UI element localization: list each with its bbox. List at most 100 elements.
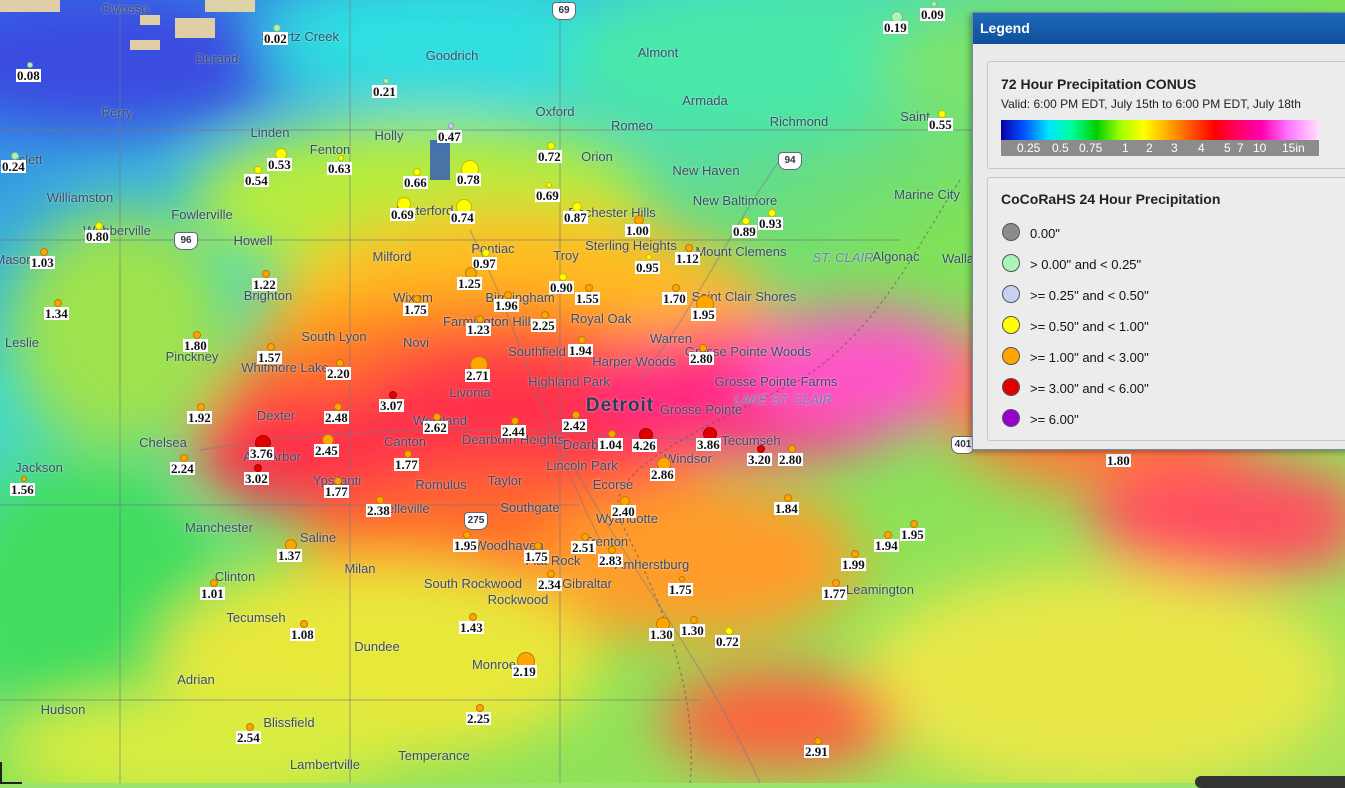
observation-value: 1.70 (662, 291, 687, 306)
place-label: Jackson (15, 460, 63, 475)
place-label: Chelsea (139, 435, 187, 450)
observation-value: 2.25 (466, 711, 491, 726)
colorbar-tick: 15in (1282, 141, 1305, 155)
place-label: New Haven (672, 163, 740, 178)
place-label: Romulus (415, 477, 467, 492)
observation-value: 0.55 (928, 117, 953, 132)
place-label: Detroit (585, 395, 655, 416)
place-label: Manchester (185, 520, 253, 535)
observation-value: 1.03 (30, 255, 55, 270)
place-label: Goodrich (425, 48, 479, 63)
place-label: Highland Park (528, 374, 610, 389)
legend-panel[interactable]: Legend 72 Hour Precipitation CONUS Valid… (972, 12, 1345, 450)
place-label: Hudson (40, 702, 86, 717)
valid-period: Valid: 6:00 PM EDT, July 15th to 6:00 PM… (1001, 97, 1301, 111)
place-label: Orion (581, 149, 613, 164)
observation-value: 1.99 (841, 557, 866, 572)
place-label: Blissfield (263, 715, 315, 730)
place-label: Saint (900, 109, 930, 124)
observation-value: 1.96 (494, 298, 519, 313)
observation-value: 0.63 (327, 161, 352, 176)
category-color-swatch (1002, 378, 1020, 396)
observation-value: 2.20 (326, 366, 351, 381)
observation-value: 0.54 (244, 173, 269, 188)
place-label: Lincoln Park (546, 458, 618, 473)
observation-value: 2.44 (501, 424, 526, 439)
highway-shield: 94 (778, 152, 802, 170)
observation-value: 0.97 (472, 256, 497, 271)
observation-value: 1.00 (625, 223, 650, 238)
place-label: Howell (233, 233, 273, 248)
observation-value: 0.89 (732, 224, 757, 239)
colorbar-tick: 7 (1237, 141, 1244, 155)
place-label: Saline (299, 530, 337, 545)
place-label: Gibraltar (562, 576, 612, 591)
observation-value: 1.34 (44, 306, 69, 321)
place-label: Canton (384, 434, 426, 449)
observation-value: 3.02 (244, 471, 269, 486)
observation-value: 1.30 (680, 623, 705, 638)
observation-value: 2.25 (531, 318, 556, 333)
precip-section: 72 Hour Precipitation CONUS Valid: 6:00 … (987, 61, 1345, 169)
observation-value: 1.95 (900, 527, 925, 542)
observation-value: 2.45 (314, 443, 339, 458)
place-label: New Baltimore (692, 193, 778, 208)
place-label: Romeo (611, 118, 653, 133)
observation-value: 2.91 (804, 744, 829, 759)
observation-value: 1.23 (466, 322, 491, 337)
observation-value: 1.22 (252, 277, 277, 292)
observation-value: 2.48 (324, 410, 349, 425)
place-label: Novi (402, 335, 430, 350)
category-label: > 0.00" and < 0.25" (1030, 257, 1142, 272)
observation-value: 2.80 (778, 452, 803, 467)
observation-value: 0.72 (715, 634, 740, 649)
place-label: South Rockwood (423, 576, 523, 591)
place-label: Milford (372, 249, 412, 264)
observation-value: 0.80 (85, 229, 110, 244)
place-label: Richmond (769, 114, 829, 129)
colorbar-tick-row: 0.25 0.5 0.75 1 2 3 4 5 7 10 15in (1001, 140, 1319, 156)
category-label: >= 3.00" and < 6.00" (1030, 381, 1149, 396)
observation-value: 2.83 (598, 553, 623, 568)
observation-value: 0.53 (267, 157, 292, 172)
place-label: Dexter (256, 408, 296, 423)
scrollbar-thumb[interactable] (1195, 776, 1345, 788)
observation-value: 0.24 (1, 159, 26, 174)
place-label: ST. CLAIR (812, 250, 874, 265)
observation-value: 1.95 (691, 307, 716, 322)
colorbar-tick: 1 (1122, 141, 1129, 155)
observation-value: 3.20 (747, 452, 772, 467)
observation-value: 1.25 (457, 276, 482, 291)
observation-value: 2.38 (366, 503, 391, 518)
observation-value: 2.24 (170, 461, 195, 476)
place-label: Tecumseh (226, 610, 286, 625)
observation-value: 0.09 (920, 7, 945, 22)
colorbar-tick: 3 (1171, 141, 1178, 155)
colorbar-tick: 0.25 (1017, 141, 1041, 155)
observation-value: 0.72 (537, 149, 562, 164)
category-color-swatch (1002, 347, 1020, 365)
place-label: Fowlerville (171, 207, 233, 222)
place-label: Monroe (471, 657, 517, 672)
observation-value: 2.62 (423, 420, 448, 435)
observation-value: 0.21 (372, 84, 397, 99)
place-label: Temperance (398, 748, 470, 763)
cocorahs-section: CoCoRaHS 24 Hour Precipitation 0.00" > 0.… (987, 177, 1345, 441)
place-label: South Lyon (301, 329, 367, 344)
place-label: Owosso (101, 1, 149, 16)
observation-value: 1.08 (290, 627, 315, 642)
observation-value: 3.76 (249, 446, 274, 461)
place-label: Lambertville (289, 757, 361, 772)
place-label: Southfield (508, 344, 566, 359)
place-label: Mount Clemens (695, 244, 787, 259)
observation-value: 3.86 (696, 437, 721, 452)
observation-value: 1.75 (524, 549, 549, 564)
observation-value: 1.04 (598, 437, 623, 452)
place-label: Ecorse (592, 477, 634, 492)
place-label: Algonac (872, 249, 920, 264)
observation-value: 1.75 (403, 302, 428, 317)
place-label: Durand (195, 51, 239, 66)
observation-value: 1.80 (1106, 453, 1131, 468)
colorbar-tick: 4 (1198, 141, 1205, 155)
observation-value: 2.54 (236, 730, 261, 745)
